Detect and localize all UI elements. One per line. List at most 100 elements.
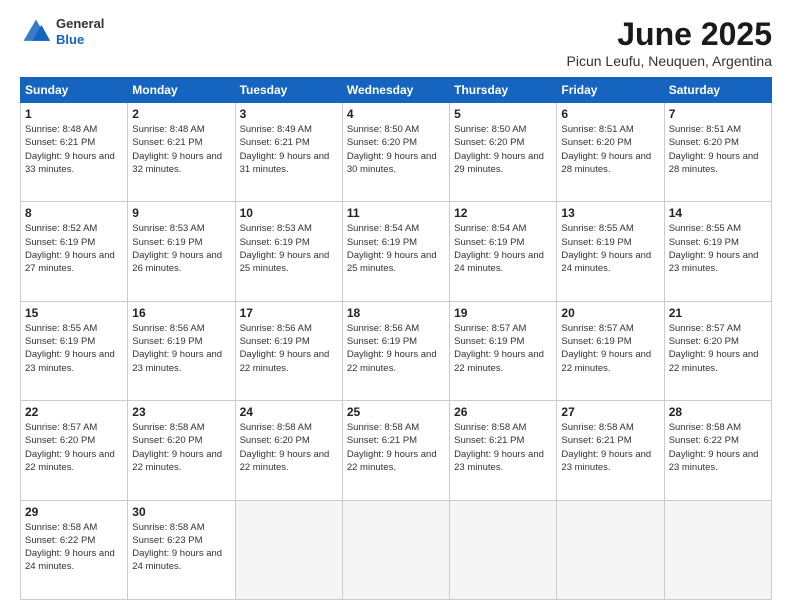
day-number: 30 xyxy=(132,505,230,519)
calendar-cell: 29 Sunrise: 8:58 AMSunset: 6:22 PMDaylig… xyxy=(21,500,128,599)
day-info: Sunrise: 8:58 AMSunset: 6:20 PMDaylight:… xyxy=(132,422,222,473)
calendar-cell: 28 Sunrise: 8:58 AMSunset: 6:22 PMDaylig… xyxy=(664,401,771,500)
day-info: Sunrise: 8:50 AMSunset: 6:20 PMDaylight:… xyxy=(454,124,544,175)
week-row-4: 22 Sunrise: 8:57 AMSunset: 6:20 PMDaylig… xyxy=(21,401,772,500)
calendar-cell: 26 Sunrise: 8:58 AMSunset: 6:21 PMDaylig… xyxy=(450,401,557,500)
day-info: Sunrise: 8:56 AMSunset: 6:19 PMDaylight:… xyxy=(132,323,222,374)
day-info: Sunrise: 8:58 AMSunset: 6:21 PMDaylight:… xyxy=(347,422,437,473)
calendar-cell xyxy=(450,500,557,599)
day-number: 8 xyxy=(25,206,123,220)
logo-text: General Blue xyxy=(56,16,104,47)
logo: General Blue xyxy=(20,16,104,48)
logo-blue: Blue xyxy=(56,32,104,48)
day-info: Sunrise: 8:55 AMSunset: 6:19 PMDaylight:… xyxy=(25,323,115,374)
day-number: 19 xyxy=(454,306,552,320)
header-area: General Blue June 2025 Picun Leufu, Neuq… xyxy=(20,16,772,69)
col-sunday: Sunday xyxy=(21,78,128,103)
calendar-cell: 14 Sunrise: 8:55 AMSunset: 6:19 PMDaylig… xyxy=(664,202,771,301)
day-number: 11 xyxy=(347,206,445,220)
day-number: 22 xyxy=(25,405,123,419)
col-thursday: Thursday xyxy=(450,78,557,103)
calendar-cell: 10 Sunrise: 8:53 AMSunset: 6:19 PMDaylig… xyxy=(235,202,342,301)
day-info: Sunrise: 8:51 AMSunset: 6:20 PMDaylight:… xyxy=(561,124,651,175)
day-info: Sunrise: 8:54 AMSunset: 6:19 PMDaylight:… xyxy=(347,223,437,274)
header-row: Sunday Monday Tuesday Wednesday Thursday… xyxy=(21,78,772,103)
calendar-cell: 22 Sunrise: 8:57 AMSunset: 6:20 PMDaylig… xyxy=(21,401,128,500)
day-info: Sunrise: 8:56 AMSunset: 6:19 PMDaylight:… xyxy=(347,323,437,374)
calendar-cell: 21 Sunrise: 8:57 AMSunset: 6:20 PMDaylig… xyxy=(664,301,771,400)
day-number: 16 xyxy=(132,306,230,320)
day-number: 13 xyxy=(561,206,659,220)
day-number: 20 xyxy=(561,306,659,320)
calendar-cell: 9 Sunrise: 8:53 AMSunset: 6:19 PMDayligh… xyxy=(128,202,235,301)
col-monday: Monday xyxy=(128,78,235,103)
day-number: 18 xyxy=(347,306,445,320)
calendar-cell: 27 Sunrise: 8:58 AMSunset: 6:21 PMDaylig… xyxy=(557,401,664,500)
calendar-cell: 24 Sunrise: 8:58 AMSunset: 6:20 PMDaylig… xyxy=(235,401,342,500)
calendar-cell: 8 Sunrise: 8:52 AMSunset: 6:19 PMDayligh… xyxy=(21,202,128,301)
day-number: 27 xyxy=(561,405,659,419)
day-number: 23 xyxy=(132,405,230,419)
calendar-cell xyxy=(235,500,342,599)
main-title: June 2025 xyxy=(567,16,773,53)
day-info: Sunrise: 8:54 AMSunset: 6:19 PMDaylight:… xyxy=(454,223,544,274)
calendar-cell: 25 Sunrise: 8:58 AMSunset: 6:21 PMDaylig… xyxy=(342,401,449,500)
day-number: 28 xyxy=(669,405,767,419)
day-info: Sunrise: 8:57 AMSunset: 6:19 PMDaylight:… xyxy=(561,323,651,374)
day-number: 12 xyxy=(454,206,552,220)
day-info: Sunrise: 8:57 AMSunset: 6:20 PMDaylight:… xyxy=(25,422,115,473)
day-number: 25 xyxy=(347,405,445,419)
day-number: 24 xyxy=(240,405,338,419)
calendar-cell xyxy=(557,500,664,599)
calendar-cell xyxy=(664,500,771,599)
week-row-5: 29 Sunrise: 8:58 AMSunset: 6:22 PMDaylig… xyxy=(21,500,772,599)
day-number: 1 xyxy=(25,107,123,121)
day-info: Sunrise: 8:48 AMSunset: 6:21 PMDaylight:… xyxy=(25,124,115,175)
day-info: Sunrise: 8:58 AMSunset: 6:20 PMDaylight:… xyxy=(240,422,330,473)
calendar-cell: 6 Sunrise: 8:51 AMSunset: 6:20 PMDayligh… xyxy=(557,103,664,202)
day-info: Sunrise: 8:58 AMSunset: 6:23 PMDaylight:… xyxy=(132,522,222,573)
day-info: Sunrise: 8:56 AMSunset: 6:19 PMDaylight:… xyxy=(240,323,330,374)
calendar-cell: 4 Sunrise: 8:50 AMSunset: 6:20 PMDayligh… xyxy=(342,103,449,202)
day-number: 26 xyxy=(454,405,552,419)
day-info: Sunrise: 8:48 AMSunset: 6:21 PMDaylight:… xyxy=(132,124,222,175)
week-row-3: 15 Sunrise: 8:55 AMSunset: 6:19 PMDaylig… xyxy=(21,301,772,400)
calendar-cell: 3 Sunrise: 8:49 AMSunset: 6:21 PMDayligh… xyxy=(235,103,342,202)
day-number: 10 xyxy=(240,206,338,220)
day-info: Sunrise: 8:57 AMSunset: 6:20 PMDaylight:… xyxy=(669,323,759,374)
day-number: 9 xyxy=(132,206,230,220)
calendar-cell: 17 Sunrise: 8:56 AMSunset: 6:19 PMDaylig… xyxy=(235,301,342,400)
calendar-cell xyxy=(342,500,449,599)
day-number: 21 xyxy=(669,306,767,320)
calendar-cell: 7 Sunrise: 8:51 AMSunset: 6:20 PMDayligh… xyxy=(664,103,771,202)
day-info: Sunrise: 8:58 AMSunset: 6:21 PMDaylight:… xyxy=(454,422,544,473)
calendar-cell: 15 Sunrise: 8:55 AMSunset: 6:19 PMDaylig… xyxy=(21,301,128,400)
day-info: Sunrise: 8:57 AMSunset: 6:19 PMDaylight:… xyxy=(454,323,544,374)
calendar-cell: 23 Sunrise: 8:58 AMSunset: 6:20 PMDaylig… xyxy=(128,401,235,500)
calendar-page: General Blue June 2025 Picun Leufu, Neuq… xyxy=(0,0,792,612)
calendar-cell: 18 Sunrise: 8:56 AMSunset: 6:19 PMDaylig… xyxy=(342,301,449,400)
week-row-1: 1 Sunrise: 8:48 AMSunset: 6:21 PMDayligh… xyxy=(21,103,772,202)
calendar-cell: 30 Sunrise: 8:58 AMSunset: 6:23 PMDaylig… xyxy=(128,500,235,599)
day-info: Sunrise: 8:58 AMSunset: 6:22 PMDaylight:… xyxy=(669,422,759,473)
day-info: Sunrise: 8:53 AMSunset: 6:19 PMDaylight:… xyxy=(240,223,330,274)
calendar-cell: 20 Sunrise: 8:57 AMSunset: 6:19 PMDaylig… xyxy=(557,301,664,400)
day-info: Sunrise: 8:58 AMSunset: 6:22 PMDaylight:… xyxy=(25,522,115,573)
day-number: 15 xyxy=(25,306,123,320)
subtitle: Picun Leufu, Neuquen, Argentina xyxy=(567,53,773,69)
logo-icon xyxy=(20,16,52,48)
day-number: 5 xyxy=(454,107,552,121)
col-tuesday: Tuesday xyxy=(235,78,342,103)
day-info: Sunrise: 8:50 AMSunset: 6:20 PMDaylight:… xyxy=(347,124,437,175)
col-wednesday: Wednesday xyxy=(342,78,449,103)
day-number: 17 xyxy=(240,306,338,320)
day-info: Sunrise: 8:51 AMSunset: 6:20 PMDaylight:… xyxy=(669,124,759,175)
day-number: 3 xyxy=(240,107,338,121)
day-number: 4 xyxy=(347,107,445,121)
col-friday: Friday xyxy=(557,78,664,103)
day-info: Sunrise: 8:49 AMSunset: 6:21 PMDaylight:… xyxy=(240,124,330,175)
calendar-cell: 12 Sunrise: 8:54 AMSunset: 6:19 PMDaylig… xyxy=(450,202,557,301)
calendar-cell: 11 Sunrise: 8:54 AMSunset: 6:19 PMDaylig… xyxy=(342,202,449,301)
col-saturday: Saturday xyxy=(664,78,771,103)
day-info: Sunrise: 8:55 AMSunset: 6:19 PMDaylight:… xyxy=(561,223,651,274)
